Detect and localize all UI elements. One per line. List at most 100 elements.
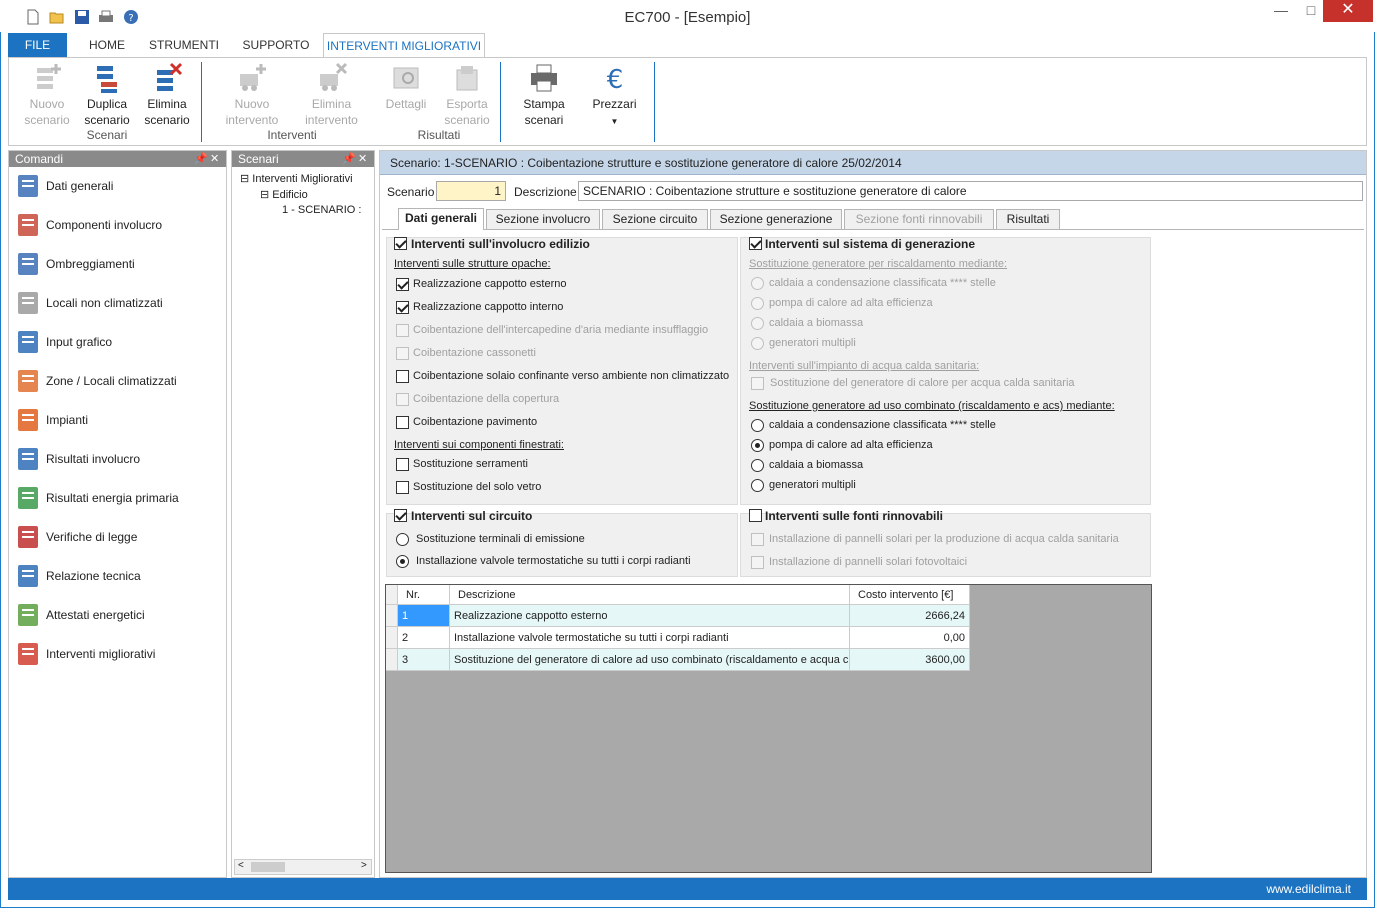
rinnovabili-checkbox[interactable] xyxy=(749,509,762,522)
command-item-bricks[interactable]: Componenti involucro xyxy=(11,208,225,244)
tab-strumenti[interactable]: STRUMENTI xyxy=(146,33,222,57)
scroll-thumb[interactable] xyxy=(251,862,285,872)
command-item-house-arrows[interactable]: Interventi migliorativi xyxy=(11,637,225,673)
collapse-icon[interactable]: ⊟ xyxy=(240,173,249,185)
tab-interventi-migliorativi[interactable]: INTERVENTI MIGLIORATIVI xyxy=(323,33,485,57)
comb-radio-3[interactable] xyxy=(751,479,764,492)
opache-checkbox-6[interactable] xyxy=(396,416,409,429)
ribbon-separator xyxy=(500,62,501,142)
descrizione-field[interactable]: SCENARIO : Coibentazione strutture e sos… xyxy=(578,181,1363,201)
command-item-shading[interactable]: Ombreggiamenti xyxy=(11,247,225,283)
scenari-header: Scenari 📌 ✕ xyxy=(232,151,374,167)
tree-leaf-scenario[interactable]: 1 - SCENARIO : xyxy=(282,204,372,216)
acs-checkbox[interactable] xyxy=(751,377,764,390)
command-item-house-gray[interactable]: Locali non climatizzati xyxy=(11,286,225,322)
opache-checkbox-2[interactable] xyxy=(396,324,409,337)
tab-home[interactable]: HOME xyxy=(78,33,136,57)
command-item-seal[interactable]: Verifiche di legge xyxy=(11,520,225,556)
commands-header: Comandi 📌 ✕ xyxy=(9,151,226,167)
stampa-scenari-button[interactable]: Stampa scenari xyxy=(514,62,574,128)
calculator-icon xyxy=(13,444,43,474)
command-item-calculator-green[interactable]: Risultati energia primaria xyxy=(11,481,225,517)
tab-risultati[interactable]: Risultati xyxy=(996,209,1060,229)
comb-radio-0[interactable] xyxy=(751,419,764,432)
ribbon-tabs: FILE HOME STRUMENTI SUPPORTO INTERVENTI … xyxy=(8,33,1368,57)
tree-child[interactable]: ⊟ Edificio xyxy=(260,188,308,201)
circuito-radio-terminali[interactable] xyxy=(396,533,409,546)
command-item-flame[interactable]: Impianti xyxy=(11,403,225,439)
table-row[interactable]: 1 Realizzazione cappotto esterno 2666,24 xyxy=(386,605,970,627)
opache-checkbox-1[interactable] xyxy=(396,301,409,314)
rinnovabili-checkbox-acs[interactable] xyxy=(751,533,764,546)
table-row[interactable]: 2 Installazione valvole termostatiche su … xyxy=(386,627,970,649)
website-link[interactable]: www.edilclima.it xyxy=(1266,882,1351,896)
risc-radio-2[interactable] xyxy=(751,317,764,330)
command-item-calculator[interactable]: Risultati involucro xyxy=(11,442,225,478)
tree-root[interactable]: ⊟ Interventi Migliorativi xyxy=(240,172,353,185)
nuovo-intervento-button[interactable]: Nuovo intervento xyxy=(217,62,287,128)
close-icon[interactable]: ✕ xyxy=(358,151,367,167)
tab-sezione-generazione[interactable]: Sezione generazione xyxy=(710,209,842,229)
column-header-descrizione[interactable]: Descrizione xyxy=(450,585,850,605)
cell-nr: 2 xyxy=(398,627,450,649)
horizontal-scrollbar[interactable]: < > xyxy=(234,859,372,875)
prezzari-button[interactable]: € Prezzari ▼ xyxy=(587,62,642,130)
risc-radio-1[interactable] xyxy=(751,297,764,310)
group-scenari: Scenari xyxy=(86,128,128,142)
tab-sezione-fonti-rinnovabili[interactable]: Sezione fonti rinnovabili xyxy=(844,209,994,229)
scroll-right-icon[interactable]: > xyxy=(361,860,367,871)
risc-radio-0[interactable] xyxy=(751,277,764,290)
opache-checkbox-5[interactable] xyxy=(396,393,409,406)
pin-icon[interactable]: 📌 xyxy=(194,151,208,167)
stampa-scenari-line2: scenari xyxy=(524,113,564,127)
finestrati-checkbox-0[interactable] xyxy=(396,458,409,471)
esporta-scenario-button[interactable]: Esporta scenario xyxy=(437,62,497,128)
energy-class-icon xyxy=(13,600,43,630)
command-item-house[interactable]: Zone / Locali climatizzati xyxy=(11,364,225,400)
opache-label-4: Coibentazione solaio confinante verso am… xyxy=(413,370,730,382)
dettagli-button[interactable]: Dettagli xyxy=(381,62,431,112)
command-item-report[interactable]: Relazione tecnica xyxy=(11,559,225,595)
tab-file[interactable]: FILE xyxy=(8,33,67,57)
scenario-number-field[interactable]: 1 xyxy=(436,181,506,201)
command-item-label: Dati generali xyxy=(46,179,114,193)
opache-checkbox-3[interactable] xyxy=(396,347,409,360)
risc-radio-3[interactable] xyxy=(751,337,764,350)
house-icon xyxy=(13,366,43,396)
scroll-left-icon[interactable]: < xyxy=(238,860,244,871)
comb-radio-2[interactable] xyxy=(751,459,764,472)
opache-checkbox-0[interactable] xyxy=(396,278,409,291)
rinnovabili-checkbox-fv[interactable] xyxy=(751,556,764,569)
command-item-label: Relazione tecnica xyxy=(46,569,141,583)
elimina-scenario-button[interactable]: Elimina scenario xyxy=(137,62,197,128)
involucro-checkbox[interactable] xyxy=(394,237,407,250)
tab-sezione-circuito[interactable]: Sezione circuito xyxy=(602,209,708,229)
duplica-scenario-button[interactable]: Duplica scenario xyxy=(77,62,137,128)
minimize-button[interactable]: — xyxy=(1264,0,1298,22)
tab-dati-generali[interactable]: Dati generali xyxy=(398,208,484,230)
chevron-down-icon[interactable]: ▼ xyxy=(611,117,619,126)
command-item-document[interactable]: Dati generali xyxy=(11,169,225,205)
elimina-intervento-button[interactable]: Elimina intervento xyxy=(294,62,369,128)
collapse-icon[interactable]: ⊟ xyxy=(260,189,269,201)
circuito-radio-valvole[interactable] xyxy=(396,555,409,568)
opache-checkbox-4[interactable] xyxy=(396,370,409,383)
column-header-nr[interactable]: Nr. xyxy=(398,585,450,605)
opache-label-5: Coibentazione della copertura xyxy=(413,393,560,405)
tab-supporto[interactable]: SUPPORTO xyxy=(236,33,316,57)
column-header-costo[interactable]: Costo intervento [€] xyxy=(850,585,970,605)
comb-radio-1[interactable] xyxy=(751,439,764,452)
bricks-icon xyxy=(13,210,43,240)
command-item-energy-class[interactable]: Attestati energetici xyxy=(11,598,225,634)
generazione-checkbox[interactable] xyxy=(749,237,762,250)
circuito-checkbox[interactable] xyxy=(394,509,407,522)
table-row[interactable]: 3 Sostituzione del generatore di calore a… xyxy=(386,649,970,671)
pin-icon[interactable]: 📌 xyxy=(342,151,356,167)
tab-sezione-involucro[interactable]: Sezione involucro xyxy=(486,209,600,229)
risc-label-2: caldaia a biomassa xyxy=(769,317,864,329)
close-button[interactable]: ✕ xyxy=(1323,0,1373,22)
close-icon[interactable]: ✕ xyxy=(210,151,219,167)
finestrati-checkbox-1[interactable] xyxy=(396,481,409,494)
command-item-drawing[interactable]: Input grafico xyxy=(11,325,225,361)
nuovo-scenario-button[interactable]: Nuovo scenario xyxy=(17,62,77,128)
